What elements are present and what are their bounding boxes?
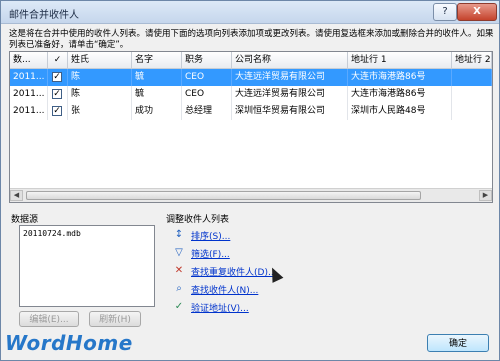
table-header: 数... ✓ 姓氏 名字 职务 公司名称 地址行 1 地址行 2 xyxy=(10,52,492,69)
instructions-text: 这是将在合并中使用的收件人列表。请使用下面的选项向列表添加项或更改列表。请使用复… xyxy=(9,29,494,50)
cell-address2 xyxy=(452,69,492,86)
column-last-name[interactable]: 姓氏 xyxy=(68,52,132,68)
ok-button[interactable]: 确定 xyxy=(427,334,489,352)
cell-title: 总经理 xyxy=(182,103,232,120)
find-duplicates-link-label[interactable]: 查找重复收件人(D)... xyxy=(191,265,277,278)
cell-first-name: 毓 xyxy=(132,69,182,86)
refine-label: 调整收件人列表 xyxy=(166,215,230,225)
table-row[interactable]: 2011... ✓ 陈 毓 CEO 大连远洋贸易有限公司 大连市海港路86号 xyxy=(10,86,492,103)
cell-checkbox-wrap: ✓ xyxy=(48,69,68,86)
filter-link-label[interactable]: 筛选(F)... xyxy=(191,247,230,260)
filter-icon: ▽ xyxy=(175,247,183,258)
cell-data-source: 2011... xyxy=(10,86,48,103)
cell-company: 大连远洋贸易有限公司 xyxy=(232,69,348,86)
scroll-left-icon[interactable]: ◀ xyxy=(10,190,23,201)
cell-checkbox-wrap: ✓ xyxy=(48,86,68,103)
refresh-button[interactable]: 刷新(H) xyxy=(89,311,141,327)
table-row[interactable]: 2011... ✓ 陈 毓 CEO 大连远洋贸易有限公司 大连市海港路86号 xyxy=(10,69,492,86)
cell-first-name: 成功 xyxy=(132,103,182,120)
watermark-logo: WordHome xyxy=(5,331,133,355)
cell-last-name: 陈 xyxy=(68,86,132,103)
dialog-title: 邮件合并收件人 xyxy=(9,10,79,21)
cell-first-name: 毓 xyxy=(132,86,182,103)
edit-button[interactable]: 编辑(E)... xyxy=(19,311,79,327)
cell-address1: 大连市海港路86号 xyxy=(348,86,452,103)
cell-address1: 大连市海港路86号 xyxy=(348,69,452,86)
include-checkbox[interactable]: ✓ xyxy=(52,72,62,82)
column-address1[interactable]: 地址行 1 xyxy=(348,52,452,68)
cell-address1: 深圳市人民路48号 xyxy=(348,103,452,120)
cell-title: CEO xyxy=(182,86,232,103)
column-title[interactable]: 职务 xyxy=(182,52,232,68)
find-duplicates-icon: ✕ xyxy=(174,265,184,276)
column-checkbox[interactable]: ✓ xyxy=(48,52,68,68)
title-bar: 邮件合并收件人 ? X xyxy=(1,1,499,24)
cell-address2 xyxy=(452,86,492,103)
validate-address-icon: ✓ xyxy=(174,301,184,312)
cell-data-source: 2011... xyxy=(10,69,48,86)
mail-merge-recipients-dialog: 邮件合并收件人 ? X 这是将在合并中使用的收件人列表。请使用下面的选项向列表添… xyxy=(0,0,500,361)
include-checkbox[interactable]: ✓ xyxy=(52,89,62,99)
sort-icon: ↕ xyxy=(174,229,184,240)
horizontal-scrollbar[interactable]: ◀ ▶ xyxy=(10,188,492,202)
cell-title: CEO xyxy=(182,69,232,86)
validate-address-link-label[interactable]: 验证地址(V)... xyxy=(191,301,249,314)
cell-company: 大连远洋贸易有限公司 xyxy=(232,86,348,103)
cell-checkbox-wrap: ✓ xyxy=(48,103,68,120)
mouse-cursor-icon xyxy=(266,265,284,283)
find-recipient-icon: ⌕ xyxy=(176,283,182,294)
cell-last-name: 陈 xyxy=(68,69,132,86)
column-company[interactable]: 公司名称 xyxy=(232,52,348,68)
cell-address2 xyxy=(452,103,492,120)
cell-last-name: 张 xyxy=(68,103,132,120)
column-first-name[interactable]: 名字 xyxy=(132,52,182,68)
table-row[interactable]: 2011... ✓ 张 成功 总经理 深圳恒华贸易有限公司 深圳市人民路48号 xyxy=(10,103,492,120)
help-button[interactable]: ? xyxy=(433,3,457,21)
recipient-table[interactable]: 数... ✓ 姓氏 名字 职务 公司名称 地址行 1 地址行 2 2011...… xyxy=(9,51,493,203)
scrollbar-thumb[interactable] xyxy=(26,191,421,200)
find-recipient-link-label[interactable]: 查找收件人(N)... xyxy=(191,283,258,296)
include-checkbox[interactable]: ✓ xyxy=(52,106,62,116)
datasource-list[interactable]: 20110724.mdb xyxy=(19,225,155,307)
column-data-source[interactable]: 数... xyxy=(10,52,48,68)
sort-link-label[interactable]: 排序(S)... xyxy=(191,229,230,242)
cell-data-source: 2011... xyxy=(10,103,48,120)
datasource-label: 数据源 xyxy=(11,215,39,225)
scroll-right-icon[interactable]: ▶ xyxy=(479,190,492,201)
datasource-item[interactable]: 20110724.mdb xyxy=(23,229,81,238)
close-button[interactable]: X xyxy=(457,3,497,21)
cell-company: 深圳恒华贸易有限公司 xyxy=(232,103,348,120)
column-address2[interactable]: 地址行 2 xyxy=(452,52,492,68)
